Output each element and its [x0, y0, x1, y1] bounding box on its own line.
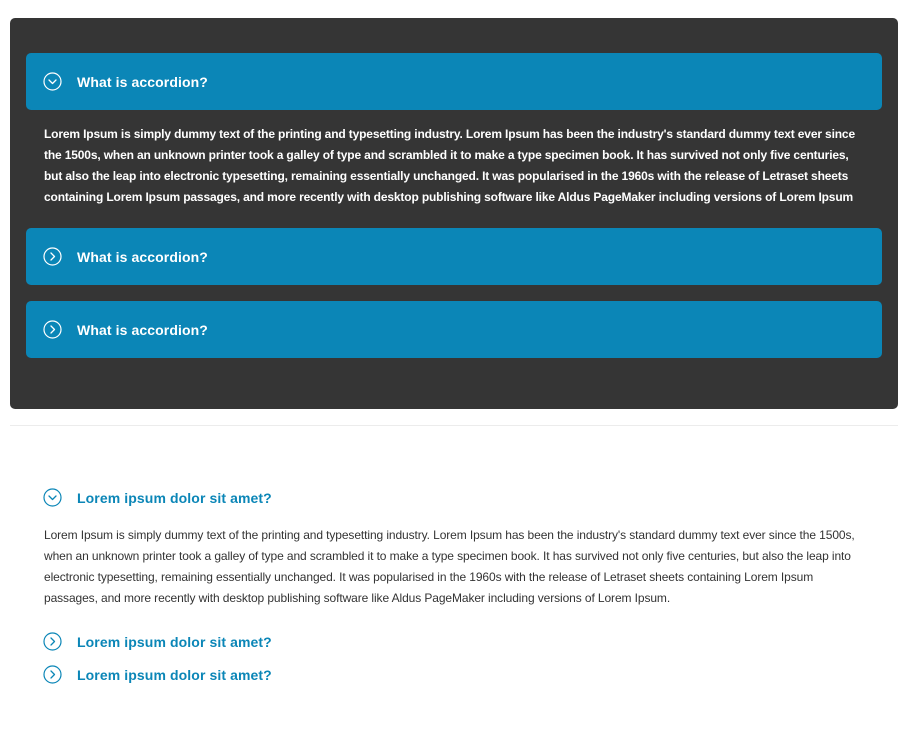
dark-accordion-title: What is accordion? — [77, 248, 208, 265]
light-accordion-title: Lorem ipsum dolor sit amet? — [77, 633, 272, 650]
section-divider — [10, 425, 898, 426]
chevron-right-circle-icon — [43, 632, 62, 651]
light-accordion-header-3[interactable]: Lorem ipsum dolor sit amet? — [43, 665, 272, 684]
dark-accordion-header-2[interactable]: What is accordion? — [26, 228, 882, 285]
page: What is accordion? Lorem Ipsum is simply… — [0, 0, 915, 735]
light-accordion-header-1[interactable]: Lorem ipsum dolor sit amet? — [43, 488, 272, 507]
light-accordion-title: Lorem ipsum dolor sit amet? — [77, 489, 272, 506]
chevron-down-circle-icon — [43, 72, 62, 91]
chevron-down-circle-icon — [43, 488, 62, 507]
dark-accordion-title: What is accordion? — [77, 321, 208, 338]
light-accordion-title: Lorem ipsum dolor sit amet? — [77, 666, 272, 683]
chevron-right-circle-icon — [43, 665, 62, 684]
light-accordion-header-2[interactable]: Lorem ipsum dolor sit amet? — [43, 632, 272, 651]
chevron-right-circle-icon — [43, 247, 62, 266]
dark-accordion-panel: What is accordion? Lorem Ipsum is simply… — [10, 18, 898, 409]
dark-accordion-header-3[interactable]: What is accordion? — [26, 301, 882, 358]
dark-accordion-header-1[interactable]: What is accordion? — [26, 53, 882, 110]
chevron-right-circle-icon — [43, 320, 62, 339]
light-accordion-content: Lorem Ipsum is simply dummy text of the … — [44, 528, 855, 605]
dark-accordion-content: Lorem Ipsum is simply dummy text of the … — [44, 127, 855, 204]
dark-accordion-title: What is accordion? — [77, 73, 208, 90]
